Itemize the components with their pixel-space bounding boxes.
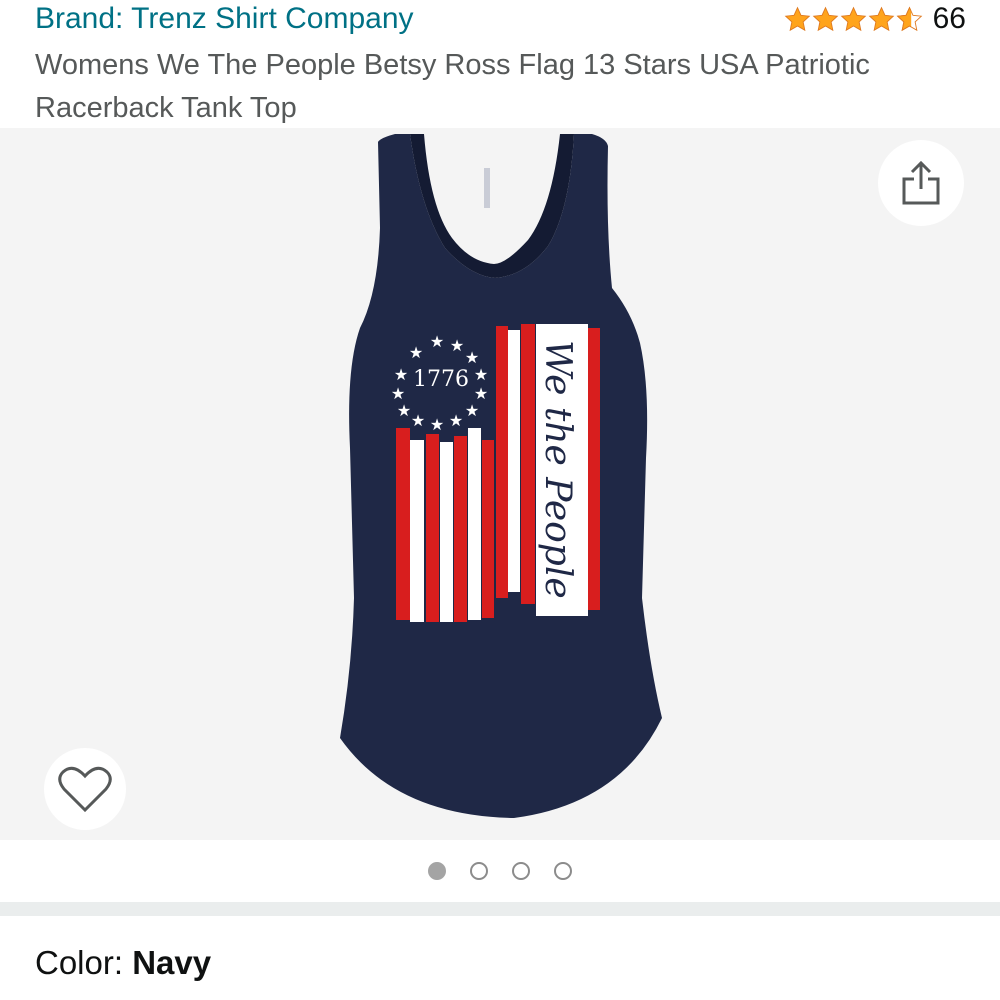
- section-divider: [0, 902, 1000, 916]
- product-image-gallery[interactable]: ★ ★ ★ ★ ★ ★ ★ ★ ★ ★ ★ ★ ★ 1776 We the Pe…: [0, 128, 1000, 840]
- rating-summary[interactable]: 66: [784, 2, 966, 36]
- product-header: Brand: Trenz Shirt Company 66 Womens We …: [0, 0, 1000, 128]
- svg-text:★: ★: [397, 403, 411, 420]
- svg-text:★: ★: [474, 386, 488, 403]
- carousel-dot[interactable]: [428, 862, 446, 880]
- carousel-dot[interactable]: [554, 862, 572, 880]
- brand-link[interactable]: Brand: Trenz Shirt Company: [35, 2, 414, 36]
- svg-text:★: ★: [409, 345, 423, 362]
- svg-text:★: ★: [465, 403, 479, 420]
- svg-text:★: ★: [394, 367, 408, 384]
- print-script: We the People: [537, 340, 578, 599]
- carousel-dot[interactable]: [470, 862, 488, 880]
- print-year: 1776: [413, 367, 469, 392]
- carousel-dot[interactable]: [512, 862, 530, 880]
- svg-text:★: ★: [411, 413, 425, 430]
- star-icon: [840, 6, 866, 31]
- product-title: Womens We The People Betsy Ross Flag 13 …: [35, 49, 870, 124]
- star-half-icon: [896, 6, 922, 31]
- rating-count[interactable]: 66: [933, 2, 966, 36]
- svg-text:★: ★: [474, 367, 488, 384]
- add-to-wishlist-button[interactable]: [44, 748, 126, 830]
- color-selection: Color: Navy: [35, 944, 211, 982]
- share-icon: [902, 160, 940, 205]
- color-label: Color:: [35, 944, 133, 981]
- svg-text:★: ★: [430, 334, 444, 351]
- svg-text:★: ★: [430, 417, 444, 434]
- svg-text:★: ★: [450, 338, 464, 355]
- flag-stripes-short: [396, 428, 494, 622]
- share-button[interactable]: [878, 140, 964, 226]
- svg-text:★: ★: [465, 350, 479, 367]
- color-value: Navy: [132, 944, 212, 981]
- star-icon: [784, 6, 810, 31]
- svg-text:★: ★: [391, 386, 405, 403]
- product-image[interactable]: ★ ★ ★ ★ ★ ★ ★ ★ ★ ★ ★ ★ ★ 1776 We the Pe…: [0, 128, 1000, 840]
- star-rating: [784, 6, 923, 33]
- star-icon: [868, 6, 894, 31]
- svg-text:★: ★: [449, 413, 463, 430]
- star-icon: [812, 6, 838, 31]
- heart-icon: [58, 766, 112, 813]
- image-carousel-indicators: [0, 840, 1000, 902]
